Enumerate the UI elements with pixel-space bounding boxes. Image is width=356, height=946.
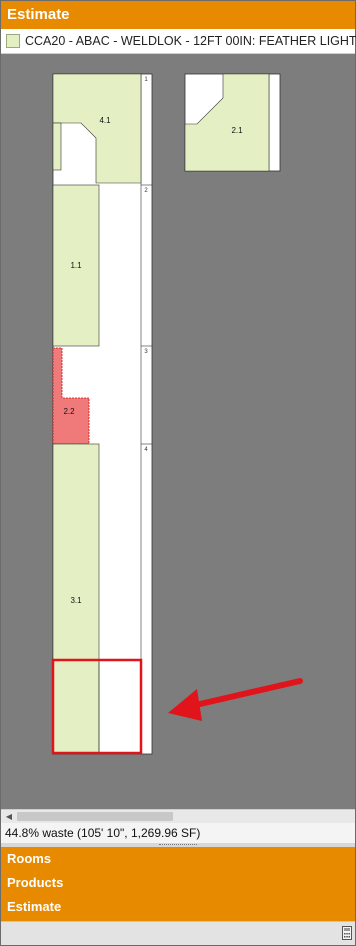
layout-canvas[interactable]: 1 2 3 4 4.1 1.1 2.2 3.1 2.1 (1, 54, 355, 809)
nav-item-estimate[interactable]: Estimate (7, 895, 61, 919)
nav-item-products[interactable]: Products (7, 871, 63, 895)
arrow-shaft (184, 678, 303, 710)
calculator-icon[interactable] (342, 926, 352, 940)
arrow-head-icon (168, 689, 202, 721)
room-label: 1.1 (70, 261, 82, 270)
panel-title: Estimate (1, 1, 355, 29)
footer-bar (1, 921, 355, 945)
room-label: 3.1 (70, 596, 82, 605)
nav-item-rooms[interactable]: Rooms (7, 847, 51, 871)
waste-status: 44.8% waste (105' 10", 1,269.96 SF) (1, 823, 355, 843)
layout-drawing: 1 2 3 4 4.1 1.1 2.2 3.1 2.1 (51, 73, 303, 755)
horizontal-scrollbar[interactable]: ◀ (1, 809, 355, 823)
material-swatch (6, 34, 20, 48)
material-label: CCA20 - ABAC - WELDLOK - 12FT 00IN: FEAT… (25, 34, 356, 48)
room-label: 4.1 (99, 116, 111, 125)
material-row[interactable]: CCA20 - ABAC - WELDLOK - 12FT 00IN: FEAT… (1, 29, 356, 54)
room-label: 2.1 (231, 126, 243, 135)
nav-section: Rooms Products Estimate (1, 847, 355, 921)
room-4-1-side-piece[interactable] (52, 122, 62, 171)
room-label: 2.2 (63, 407, 75, 416)
scroll-left-arrow-icon[interactable]: ◀ (3, 811, 15, 822)
scrollbar-thumb[interactable] (17, 812, 173, 821)
estimate-panel: Estimate CCA20 - ABAC - WELDLOK - 12FT 0… (0, 0, 356, 946)
